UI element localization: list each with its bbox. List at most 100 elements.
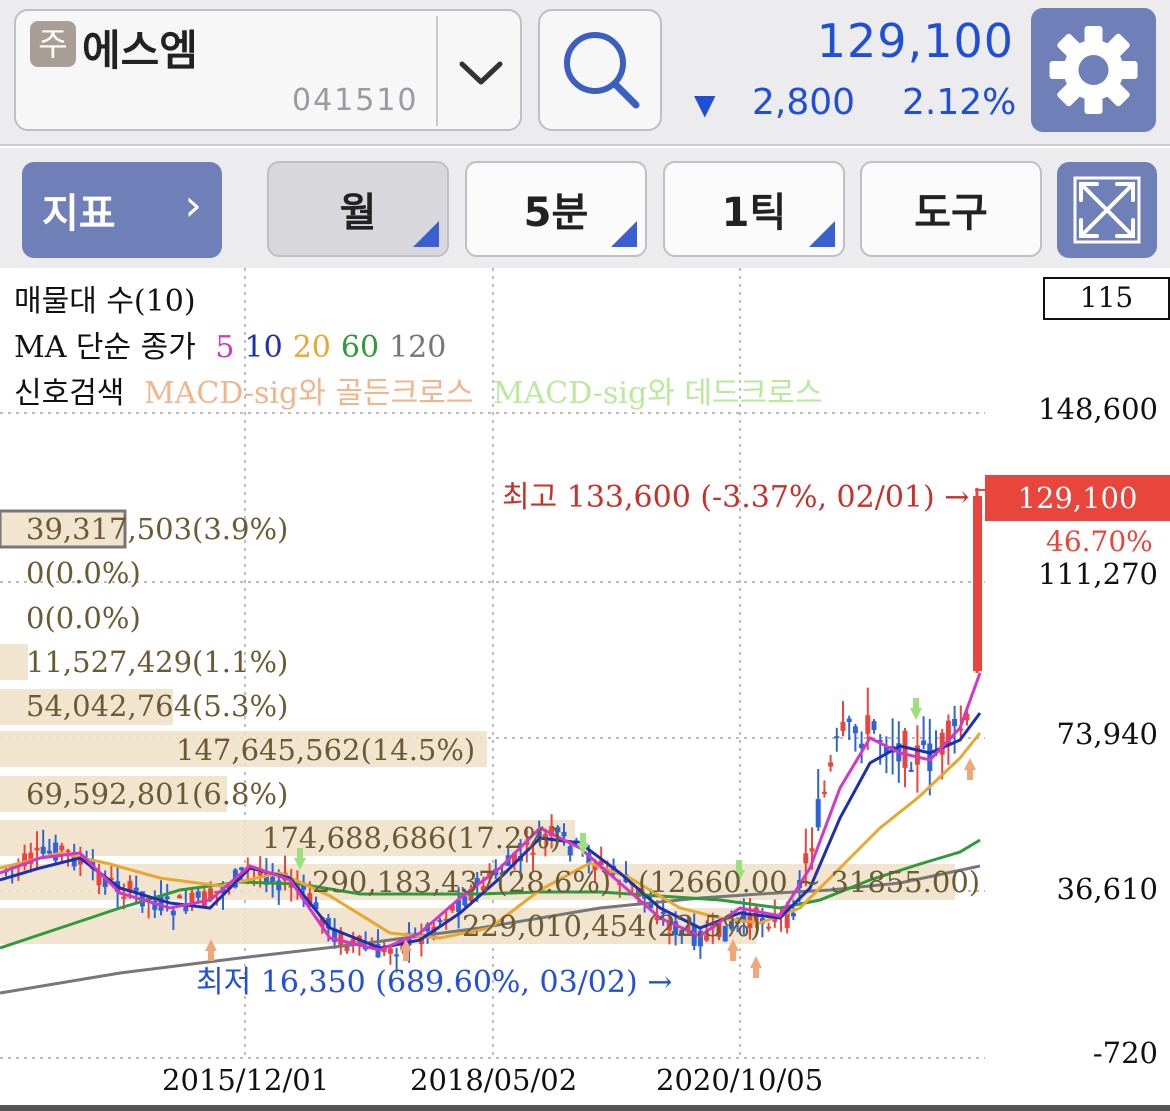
period-5min-label: 5분 — [523, 190, 589, 236]
period-month-button[interactable]: 월 — [267, 161, 449, 257]
candle-body — [561, 831, 567, 837]
gear-icon — [1049, 26, 1138, 114]
period-5min-button[interactable]: 5분 — [465, 161, 647, 257]
y-tick-label: -720 — [1092, 1036, 1158, 1070]
signal-legend-prefix: 신호검색 — [14, 376, 125, 411]
candle-body — [170, 910, 176, 916]
indicator-button[interactable]: 지표 › — [22, 162, 222, 258]
corner-triangle-icon — [611, 221, 637, 247]
price-change-percent: 2.12% — [902, 82, 1017, 123]
current-price-tag: 129,100 — [985, 475, 1170, 521]
candle-body — [387, 948, 393, 954]
signal-dead-label: MACD-sig와 데드크로스 — [492, 376, 823, 411]
candle-body — [189, 892, 195, 903]
candle-body — [852, 726, 858, 734]
stock-dropdown-button[interactable] — [436, 16, 522, 126]
candle-body — [59, 845, 65, 851]
candle-body — [195, 891, 201, 898]
vp-label: 11,527,429(1.1%) — [26, 645, 289, 679]
x-tick-label: 2018/05/02 — [410, 1063, 578, 1097]
chevron-right-icon: › — [184, 180, 202, 231]
candle-body — [834, 736, 840, 739]
candle-body — [815, 799, 821, 828]
ma-legend[interactable]: MA 단순 종가 5 10 20 60 120 — [14, 322, 466, 366]
search-button[interactable] — [538, 9, 662, 131]
tools-button[interactable]: 도구 — [860, 161, 1042, 257]
corner-triangle-icon — [413, 221, 439, 247]
candle-body — [766, 926, 772, 929]
vp-bar — [0, 644, 28, 680]
corner-triangle-icon — [809, 221, 835, 247]
chevron-down-icon — [459, 61, 503, 85]
candle-body — [65, 850, 71, 853]
stock-selector[interactable]: 주 에스엠 041510 — [14, 9, 522, 131]
high-price-label: 최고 133,600 (-3.37%, 02/01) → — [502, 480, 970, 515]
settings-button[interactable] — [1031, 8, 1156, 132]
low-price-label: 최저 16,350 (689.60%, 03/02) → — [196, 965, 673, 1000]
candle-body — [840, 721, 846, 731]
candle-body — [846, 718, 852, 723]
candle-body — [902, 730, 908, 768]
candle-body — [921, 740, 927, 745]
tools-label: 도구 — [914, 190, 988, 236]
current-price: 129,100 — [816, 14, 1014, 68]
candle-body — [821, 791, 827, 794]
header-bar: 주 에스엠 041510 129,100 ▼ 2,800 2.12% — [0, 0, 1170, 146]
period-1tick-button[interactable]: 1틱 — [663, 161, 845, 257]
down-arrow-icon: ▼ — [694, 88, 716, 121]
search-icon — [564, 32, 640, 109]
candle-body — [34, 847, 40, 851]
indicator-label: 지표 — [42, 191, 116, 237]
candle-body — [871, 721, 877, 731]
x-tick-label: 2020/10/05 — [656, 1063, 824, 1097]
expand-button[interactable] — [1057, 162, 1157, 258]
volume-profile-legend[interactable]: 매물대 수(10) — [14, 276, 196, 320]
price-chart[interactable]: 매물대 수(10) MA 단순 종가 5 10 20 60 120 신호검색 MACD-… — [0, 268, 1170, 1111]
candle-body — [201, 891, 207, 906]
candle-body — [239, 867, 245, 870]
latest-candle-body — [973, 496, 982, 671]
vp-label: 39,317,503(3.9%) — [26, 512, 289, 546]
candle-body — [40, 846, 46, 854]
candle-body — [177, 895, 183, 899]
candle-body — [952, 718, 958, 727]
candle-body — [790, 912, 796, 917]
candle-body — [164, 896, 170, 900]
ma-period-120: 120 — [389, 330, 447, 365]
candle-body — [53, 842, 59, 861]
candle-body — [908, 769, 914, 772]
candle-body — [865, 715, 871, 734]
period-month-label: 월 — [339, 190, 377, 236]
signal-legend[interactable]: 신호검색 MACD-sig와 골든크로스 MACD-sig와 데드크로스 — [14, 368, 832, 412]
golden-cross-arrow-icon — [964, 758, 976, 780]
candle-body — [46, 850, 52, 854]
ma-legend-prefix: MA 단순 종가 — [14, 330, 196, 365]
y-tick-label: 36,610 — [1056, 872, 1158, 906]
ma-period-20: 20 — [292, 330, 331, 365]
signal-golden-label: MACD-sig와 골든크로스 — [143, 376, 474, 411]
y-tick-label: 111,270 — [1038, 557, 1158, 591]
y-tick-label: 148,600 — [1038, 392, 1158, 426]
vp-label: 54,042,764(5.3%) — [26, 689, 289, 723]
stock-code: 041510 — [292, 83, 419, 118]
candle-body — [828, 762, 834, 767]
dead-cross-arrow-icon — [910, 698, 922, 720]
stock-type-badge: 주 — [30, 21, 76, 67]
vp-label: 229,010,454(22.5%) — [462, 909, 762, 943]
vp-label: 69,592,801(6.8%) — [26, 777, 289, 811]
chart-toolbar: 지표 › 월 5분 1틱 도구 — [0, 148, 1170, 268]
expand-icon — [1073, 176, 1141, 244]
dead-cross-arrow-icon — [577, 833, 589, 855]
candle-body — [257, 872, 263, 876]
candle-body — [121, 896, 127, 899]
vp-label: 290,183,437(28.6%) — [312, 865, 612, 899]
candle-body — [567, 846, 573, 856]
y-tick-label: 73,940 — [1056, 717, 1158, 751]
ma-period-60: 60 — [340, 330, 380, 365]
ma-period-10: 10 — [244, 330, 283, 365]
price-change: 2,800 — [752, 82, 856, 123]
count-box[interactable]: 115 — [1043, 277, 1170, 320]
ma-period-5: 5 — [215, 330, 235, 365]
stock-name: 에스엠 — [82, 26, 198, 75]
bottom-divider — [0, 1105, 1170, 1111]
